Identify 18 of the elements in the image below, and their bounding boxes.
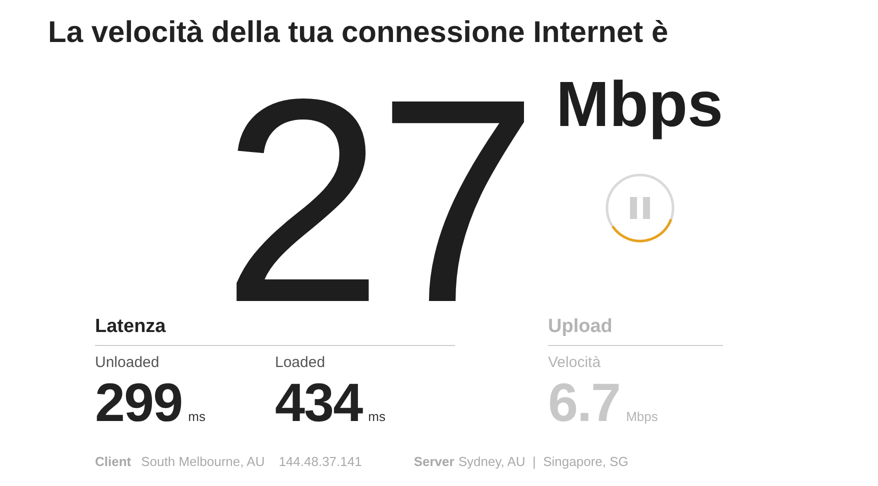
- metric-unit: Mbps: [626, 409, 658, 424]
- page-heading: La velocità della tua connessione Internet è: [48, 16, 670, 50]
- speed-value: 27: [222, 56, 533, 306]
- section-heading: Latenza: [95, 316, 455, 346]
- server-locations: Sydney, AU | Singapore, SG: [458, 454, 628, 469]
- client-ip: 144.48.37.141: [278, 454, 362, 469]
- metric-unit: ms: [368, 409, 386, 424]
- client-location: South Melbourne, AU: [141, 454, 265, 469]
- metric-label: Velocità: [548, 354, 602, 371]
- section-heading: Upload: [548, 316, 723, 346]
- metric-label: Loaded: [275, 354, 326, 371]
- metric-value: 299: [95, 375, 182, 432]
- metric-value: 434: [275, 375, 362, 432]
- metric-label: Unloaded: [95, 354, 160, 371]
- server-label: Server: [414, 454, 454, 469]
- client-label: Client: [95, 454, 132, 469]
- metric-unit: ms: [188, 409, 206, 424]
- pause-button[interactable]: [604, 172, 676, 244]
